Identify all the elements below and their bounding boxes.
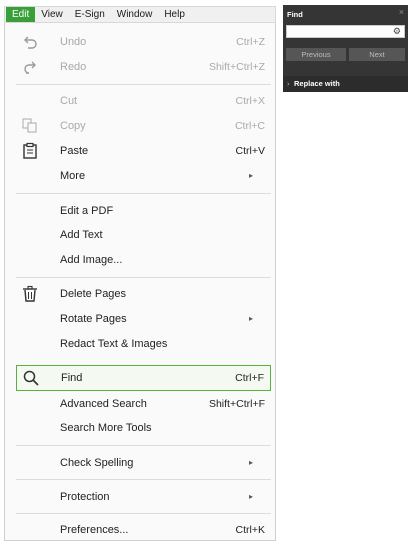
advanced-search-shortcut: Shift+Ctrl+F: [208, 398, 265, 410]
redo-shortcut: Shift+Ctrl+Z: [208, 61, 265, 73]
menubar-window[interactable]: Window: [111, 7, 159, 22]
menu-item-add-image[interactable]: Add Image...: [16, 249, 271, 271]
undo-icon: [21, 33, 39, 51]
menu-separator: [16, 445, 271, 446]
menu-bar: Edit View E-Sign Window Help: [4, 6, 276, 23]
redo-label: Redo: [60, 61, 87, 73]
menubar-esign[interactable]: E-Sign: [69, 7, 111, 22]
search-icon: [22, 369, 40, 387]
cut-label: Cut: [60, 95, 78, 107]
menubar-edit[interactable]: Edit: [6, 7, 36, 22]
menu-item-delete-pages[interactable]: Delete Pages: [16, 283, 271, 305]
preferences-label: Preferences...: [60, 524, 129, 536]
menu-item-edit-pdf[interactable]: Edit a PDF: [16, 200, 271, 222]
menu-item-check-spelling[interactable]: Check Spelling ▸: [16, 452, 271, 474]
undo-label: Undo: [60, 36, 87, 48]
edit-pdf-label: Edit a PDF: [60, 205, 114, 217]
search-more-tools-label: Search More Tools: [60, 422, 152, 434]
menu-item-cut[interactable]: Cut Ctrl+X: [16, 90, 271, 112]
redo-icon: [21, 58, 39, 76]
menu-item-redo[interactable]: Redo Shift+Ctrl+Z: [16, 56, 271, 78]
submenu-arrow-icon: ▸: [248, 171, 253, 180]
menubar-view[interactable]: View: [35, 7, 69, 22]
delete-pages-label: Delete Pages: [60, 288, 127, 300]
menu-item-add-text[interactable]: Add Text: [16, 224, 271, 246]
menu-item-advanced-search[interactable]: Advanced Search Shift+Ctrl+F: [16, 393, 271, 415]
close-icon[interactable]: ×: [399, 7, 404, 17]
find-panel: Find × ⚙ Previous Next › Replace with: [283, 5, 408, 92]
menubar-help[interactable]: Help: [158, 7, 191, 22]
menu-item-search-more-tools[interactable]: Search More Tools: [16, 417, 271, 439]
trash-icon: [21, 285, 39, 303]
paste-label: Paste: [60, 145, 89, 157]
menu-item-copy[interactable]: Copy Ctrl+C: [16, 115, 271, 137]
replace-with-toggle[interactable]: › Replace with: [283, 76, 408, 92]
copy-label: Copy: [60, 120, 86, 132]
add-text-label: Add Text: [60, 229, 103, 241]
menu-item-more[interactable]: More ▸: [16, 165, 271, 187]
menu-separator: [16, 84, 271, 85]
previous-button[interactable]: Previous: [286, 48, 346, 61]
menu-item-undo[interactable]: Undo Ctrl+Z: [16, 31, 271, 53]
paste-icon: [21, 142, 39, 160]
menu-item-find[interactable]: Find Ctrl+F: [16, 365, 271, 391]
next-button[interactable]: Next: [349, 48, 405, 61]
menu-separator: [16, 513, 271, 514]
replace-with-label: Replace with: [294, 79, 340, 88]
gear-icon[interactable]: ⚙: [393, 26, 401, 37]
more-label: More: [60, 170, 86, 182]
find-search-input[interactable]: ⚙: [286, 25, 405, 38]
copy-shortcut: Ctrl+C: [234, 120, 265, 132]
rotate-pages-label: Rotate Pages: [60, 313, 127, 325]
menu-item-redact[interactable]: Redact Text & Images: [16, 333, 271, 355]
check-spelling-label: Check Spelling: [60, 457, 134, 469]
menu-separator: [16, 277, 271, 278]
find-panel-title: Find: [287, 10, 303, 19]
menu-item-preferences[interactable]: Preferences... Ctrl+K: [16, 519, 271, 541]
find-label: Find: [61, 372, 83, 384]
copy-icon: [21, 117, 39, 135]
menu-item-paste[interactable]: Paste Ctrl+V: [16, 140, 271, 162]
chevron-right-icon: ›: [287, 79, 290, 88]
undo-shortcut: Ctrl+Z: [236, 36, 265, 48]
redact-label: Redact Text & Images: [60, 338, 168, 350]
submenu-arrow-icon: ▸: [248, 458, 253, 467]
find-shortcut: Ctrl+F: [235, 372, 264, 384]
submenu-arrow-icon: ▸: [248, 492, 253, 501]
submenu-arrow-icon: ▸: [248, 314, 253, 323]
menu-item-rotate-pages[interactable]: Rotate Pages ▸: [16, 308, 271, 330]
menu-separator: [16, 479, 271, 480]
menu-separator: [16, 193, 271, 194]
edit-menu-dropdown: Undo Ctrl+Z Redo Shift+Ctrl+Z Cut Ctrl+X…: [4, 23, 276, 541]
add-image-label: Add Image...: [60, 254, 123, 266]
preferences-shortcut: Ctrl+K: [235, 524, 265, 536]
paste-shortcut: Ctrl+V: [235, 145, 265, 157]
protection-label: Protection: [60, 491, 110, 503]
menu-item-protection[interactable]: Protection ▸: [16, 486, 271, 508]
cut-shortcut: Ctrl+X: [235, 95, 265, 107]
advanced-search-label: Advanced Search: [60, 398, 147, 410]
